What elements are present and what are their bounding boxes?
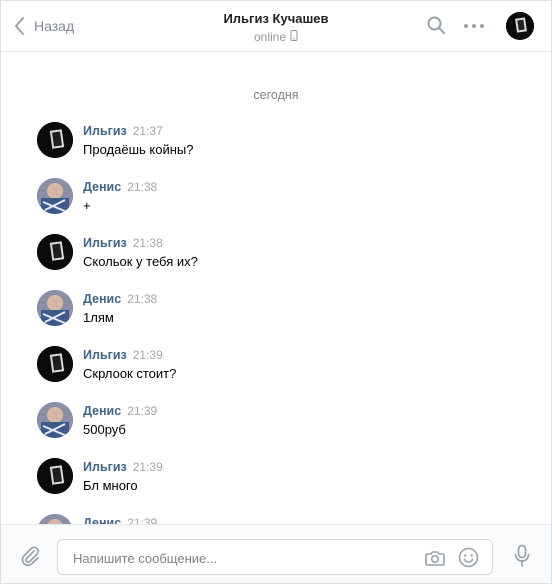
message-item: Денис 21:38 + (37, 178, 517, 218)
message-author[interactable]: Ильгиз 21:37 (83, 124, 163, 138)
message-history: сегодня Ильгиз 21:37 Продаёшь койны? Дени… (1, 52, 551, 524)
message-item: Ильгиз 21:39 Скрлоок стоит? (37, 346, 517, 386)
avatar[interactable] (37, 290, 73, 326)
message-item: Ильгиз 21:38 Скольок у тебя их? (37, 234, 517, 274)
message-text: Скрлоок стоит? (83, 366, 177, 381)
search-icon[interactable] (426, 15, 446, 40)
avatar[interactable] (37, 178, 73, 214)
avatar[interactable] (37, 514, 73, 524)
message-time: 21:39 (132, 348, 163, 362)
avatar[interactable] (37, 122, 73, 158)
message-author[interactable]: Денис 21:39 (83, 404, 157, 418)
message-composer (1, 524, 551, 583)
message-time: 21:38 (127, 292, 158, 306)
paperclip-icon[interactable] (19, 545, 41, 572)
message-author[interactable]: Ильгиз 21:39 (83, 348, 163, 362)
more-icon[interactable] (463, 17, 485, 40)
message-item: Денис 21:38 1лям (37, 290, 517, 330)
message-text: 500руб (83, 422, 126, 437)
message-item: Ильгиз 21:39 Бл много (37, 458, 517, 498)
message-item: Ильгиз 21:37 Продаёшь койны? (37, 122, 517, 162)
message-time: 21:38 (127, 180, 158, 194)
message-time: 21:39 (127, 404, 158, 418)
message-text: Бл много (83, 478, 138, 493)
emoji-icon[interactable] (458, 547, 479, 573)
message-text: Скольок у тебя их? (83, 254, 198, 269)
avatar[interactable] (37, 346, 73, 382)
message-author[interactable]: Ильгиз 21:39 (83, 460, 163, 474)
status-text: online (253, 30, 287, 44)
chat-header: Назад Ильгиз Кучашев online (1, 1, 551, 52)
message-time: 21:38 (132, 236, 163, 250)
message-author[interactable]: Денис 21:38 (83, 292, 157, 306)
message-text: + (83, 198, 91, 213)
microphone-icon[interactable] (513, 544, 531, 573)
message-time: 21:39 (132, 460, 163, 474)
avatar[interactable] (37, 234, 73, 270)
message-item: Денис 21:39 500руб (37, 402, 517, 442)
message-text: Продаёшь койны? (83, 142, 194, 157)
message-author[interactable]: Денис 21:39 (83, 516, 157, 524)
message-author[interactable]: Денис 21:38 (83, 180, 157, 194)
avatar[interactable] (506, 12, 534, 40)
message-time: 21:39 (127, 516, 158, 524)
message-time: 21:37 (132, 124, 163, 138)
message-input-box[interactable] (57, 539, 493, 576)
message-input[interactable] (71, 540, 415, 576)
avatar[interactable] (37, 458, 73, 494)
camera-icon[interactable] (424, 548, 446, 573)
mobile-icon (290, 30, 298, 44)
message-item: Денис 21:39 (37, 514, 517, 524)
date-separator: сегодня (253, 88, 299, 102)
message-author[interactable]: Ильгиз 21:38 (83, 236, 163, 250)
message-text: 1лям (83, 310, 114, 325)
avatar[interactable] (37, 402, 73, 438)
chat-window: Назад Ильгиз Кучашев online сегодня Ильг… (0, 0, 552, 584)
